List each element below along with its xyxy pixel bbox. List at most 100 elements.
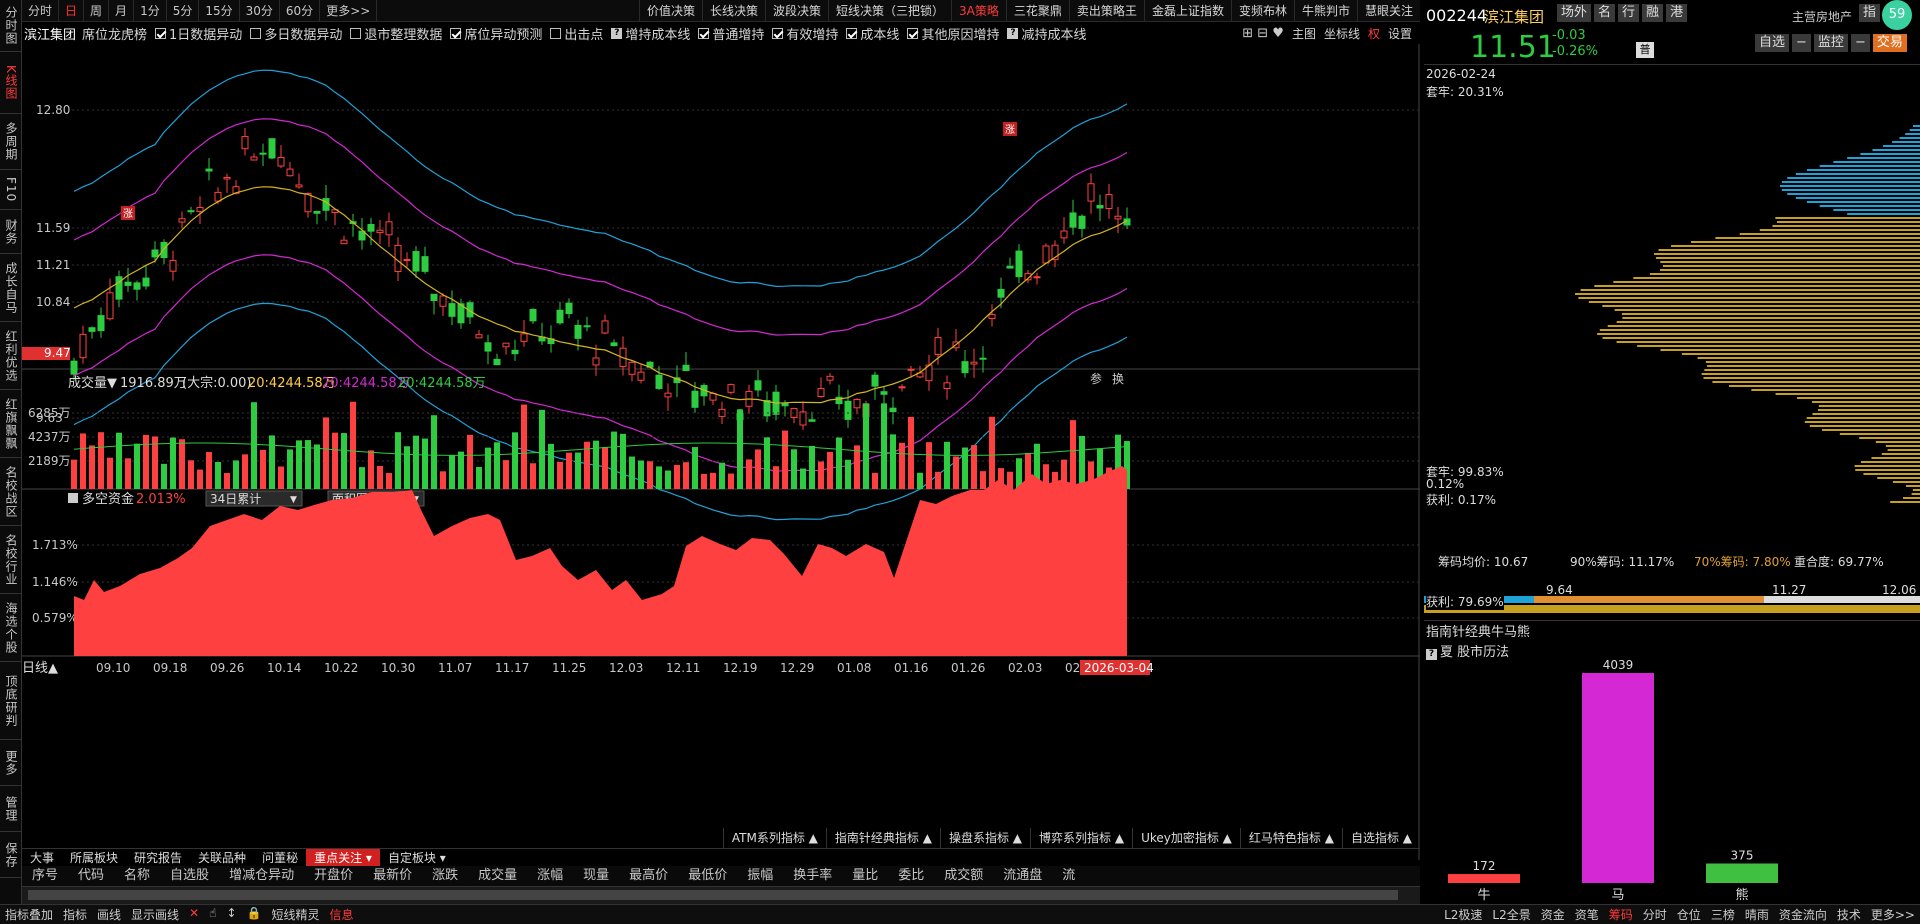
indicator-group-2[interactable]: 操盘系指标 ▲: [939, 828, 1030, 848]
column-header-1[interactable]: 代码: [68, 866, 114, 886]
checkbox-icon[interactable]: [846, 27, 858, 39]
column-header-18[interactable]: 流通盘: [993, 866, 1052, 886]
indicator-group-1[interactable]: 指南针经典指标 ▲: [825, 828, 940, 848]
indicator-tab-0[interactable]: 价值决策: [638, 0, 702, 22]
column-header-19[interactable]: 流: [1052, 866, 1085, 886]
period-tab-6[interactable]: 15分: [199, 0, 240, 22]
column-header-8[interactable]: 成交量: [468, 866, 527, 886]
column-header-6[interactable]: 最新价: [363, 866, 422, 886]
column-header-14[interactable]: 换手率: [783, 866, 842, 886]
quote-tab-1[interactable]: 名: [1594, 4, 1616, 22]
overlay-option-2[interactable]: 多日数据异动: [250, 24, 342, 43]
period-tab-8[interactable]: 60分: [280, 0, 321, 22]
column-header-4[interactable]: 增减仓异动: [219, 866, 304, 886]
overlay-option-5[interactable]: 出击点: [550, 24, 603, 43]
column-header-13[interactable]: 振幅: [737, 866, 783, 886]
column-header-17[interactable]: 成交额: [934, 866, 993, 886]
period-tab-1[interactable]: 日: [59, 0, 85, 22]
bottom-tab-0[interactable]: 大事: [22, 849, 62, 867]
checkbox-icon[interactable]: [698, 27, 710, 39]
column-header-3[interactable]: 自选股: [160, 866, 219, 886]
overlay-option-0[interactable]: 席位龙虎榜: [82, 24, 147, 43]
bottom-tab-1[interactable]: 所属板块: [62, 849, 126, 867]
left-tab-12[interactable]: 更多: [0, 740, 22, 786]
indicator-tab-7[interactable]: 金磊上证指数: [1143, 0, 1231, 22]
checkbox-icon[interactable]: [250, 27, 262, 39]
overlay-option-8[interactable]: 有效增持: [772, 24, 838, 43]
indicator-tab-2[interactable]: 波段决策: [765, 0, 828, 22]
period-tab-9[interactable]: 更多>>: [320, 0, 378, 22]
checkbox-icon[interactable]: [350, 27, 362, 39]
monitor-minus-icon[interactable]: −: [1850, 34, 1870, 52]
left-tab-14[interactable]: 保存: [0, 832, 22, 878]
left-tab-4[interactable]: 财务: [0, 210, 22, 254]
indicator-tab-4[interactable]: 3A策略: [951, 0, 1006, 22]
column-header-9[interactable]: 涨幅: [527, 866, 573, 886]
left-tab-1[interactable]: K线图: [0, 52, 22, 114]
period-tab-2[interactable]: 周: [84, 0, 110, 22]
period-tab-4[interactable]: 1分: [134, 0, 167, 22]
column-header-12[interactable]: 最低价: [678, 866, 737, 886]
left-tab-11[interactable]: 顶底研判: [0, 662, 22, 740]
checkbox-icon[interactable]: [450, 27, 462, 39]
status-right-11[interactable]: 更多>>: [1866, 906, 1920, 923]
status-right-6[interactable]: 仓位: [1672, 906, 1706, 923]
volume-title[interactable]: 成交量▼: [68, 375, 117, 391]
avatar[interactable]: 59: [1882, 0, 1912, 30]
status-right-10[interactable]: 技术: [1832, 906, 1866, 923]
column-header-16[interactable]: 委比: [888, 866, 934, 886]
checkbox-icon[interactable]: [907, 27, 919, 39]
column-header-7[interactable]: 涨跌: [422, 866, 468, 886]
chart-ctrl-0[interactable]: 主图: [1292, 25, 1316, 42]
status-item-0[interactable]: 指标叠加: [0, 906, 58, 923]
overlay-option-6[interactable]: ? 增持成本线: [611, 24, 690, 43]
status-item-9[interactable]: 信息: [324, 906, 358, 923]
status-right-0[interactable]: L2极速: [1439, 906, 1487, 923]
left-tab-10[interactable]: 海选个股: [0, 594, 22, 662]
indicator-group-4[interactable]: Ukey加密指标 ▲: [1132, 828, 1240, 848]
help-icon[interactable]: ?: [1007, 27, 1019, 39]
column-header-11[interactable]: 最高价: [619, 866, 678, 886]
quote-tab-4[interactable]: 港: [1666, 4, 1688, 22]
left-tab-13[interactable]: 管理: [0, 786, 22, 832]
horizontal-scrollbar[interactable]: [22, 886, 1420, 904]
left-tab-2[interactable]: 多周期: [0, 114, 22, 170]
status-right-9[interactable]: 资金流向: [1774, 906, 1832, 923]
indicator-group-0[interactable]: ATM系列指标 ▲: [722, 828, 826, 848]
status-right-3[interactable]: 资笔: [1570, 906, 1604, 923]
overlay-option-9[interactable]: 成本线: [846, 24, 899, 43]
sector-index-button[interactable]: 指: [1859, 4, 1881, 22]
column-header-10[interactable]: 现量: [573, 866, 619, 886]
overlay-option-10[interactable]: 其他原因增持: [907, 24, 999, 43]
status-item-7[interactable]: 🔒: [242, 906, 267, 923]
status-item-2[interactable]: 画线: [92, 906, 126, 923]
monitor-button[interactable]: 监控: [1813, 34, 1848, 52]
checkbox-icon[interactable]: [155, 27, 167, 39]
status-right-5[interactable]: 分时: [1638, 906, 1672, 923]
indicator-tab-6[interactable]: 卖出策略王: [1068, 0, 1144, 22]
left-tab-6[interactable]: 红利优选: [0, 322, 22, 390]
column-header-0[interactable]: 序号: [22, 866, 68, 886]
column-header-5[interactable]: 开盘价: [304, 866, 363, 886]
watch-minus-icon[interactable]: −: [1792, 34, 1811, 52]
left-tab-9[interactable]: 名校行业: [0, 526, 22, 594]
status-right-7[interactable]: 三榜: [1706, 906, 1740, 923]
overlay-option-4[interactable]: 席位异动预测: [450, 24, 542, 43]
indicator-tab-10[interactable]: 慧眼关注: [1356, 0, 1420, 22]
toggle-icons[interactable]: ⊞ ⊟ ♥: [1242, 26, 1284, 41]
chart-ctrl-1[interactable]: 坐标线: [1324, 25, 1360, 42]
status-right-8[interactable]: 晴雨: [1740, 906, 1774, 923]
indicator-group-6[interactable]: 自选指标 ▲: [1341, 828, 1420, 848]
indicator-group-3[interactable]: 博弈系列指标 ▲: [1030, 828, 1132, 848]
trade-button[interactable]: 交易: [1872, 34, 1907, 52]
chart-ctrl-3[interactable]: 设置: [1388, 25, 1412, 42]
chart-area[interactable]: 12.8011.5911.2110.849.639.47涨涨成交量▼ 1916.8…: [22, 44, 1420, 860]
period-tab-5[interactable]: 5分: [167, 0, 200, 22]
overlay-option-7[interactable]: 普通增持: [698, 24, 764, 43]
checkbox-icon[interactable]: [550, 27, 562, 39]
column-header-15[interactable]: 量比: [842, 866, 888, 886]
overlay-option-11[interactable]: ? 减持成本线: [1007, 24, 1086, 43]
left-tab-5[interactable]: 成长自马: [0, 254, 22, 322]
bottom-tab-2[interactable]: 研究报告: [126, 849, 190, 867]
chart-ctrl-2[interactable]: 权: [1368, 25, 1380, 42]
